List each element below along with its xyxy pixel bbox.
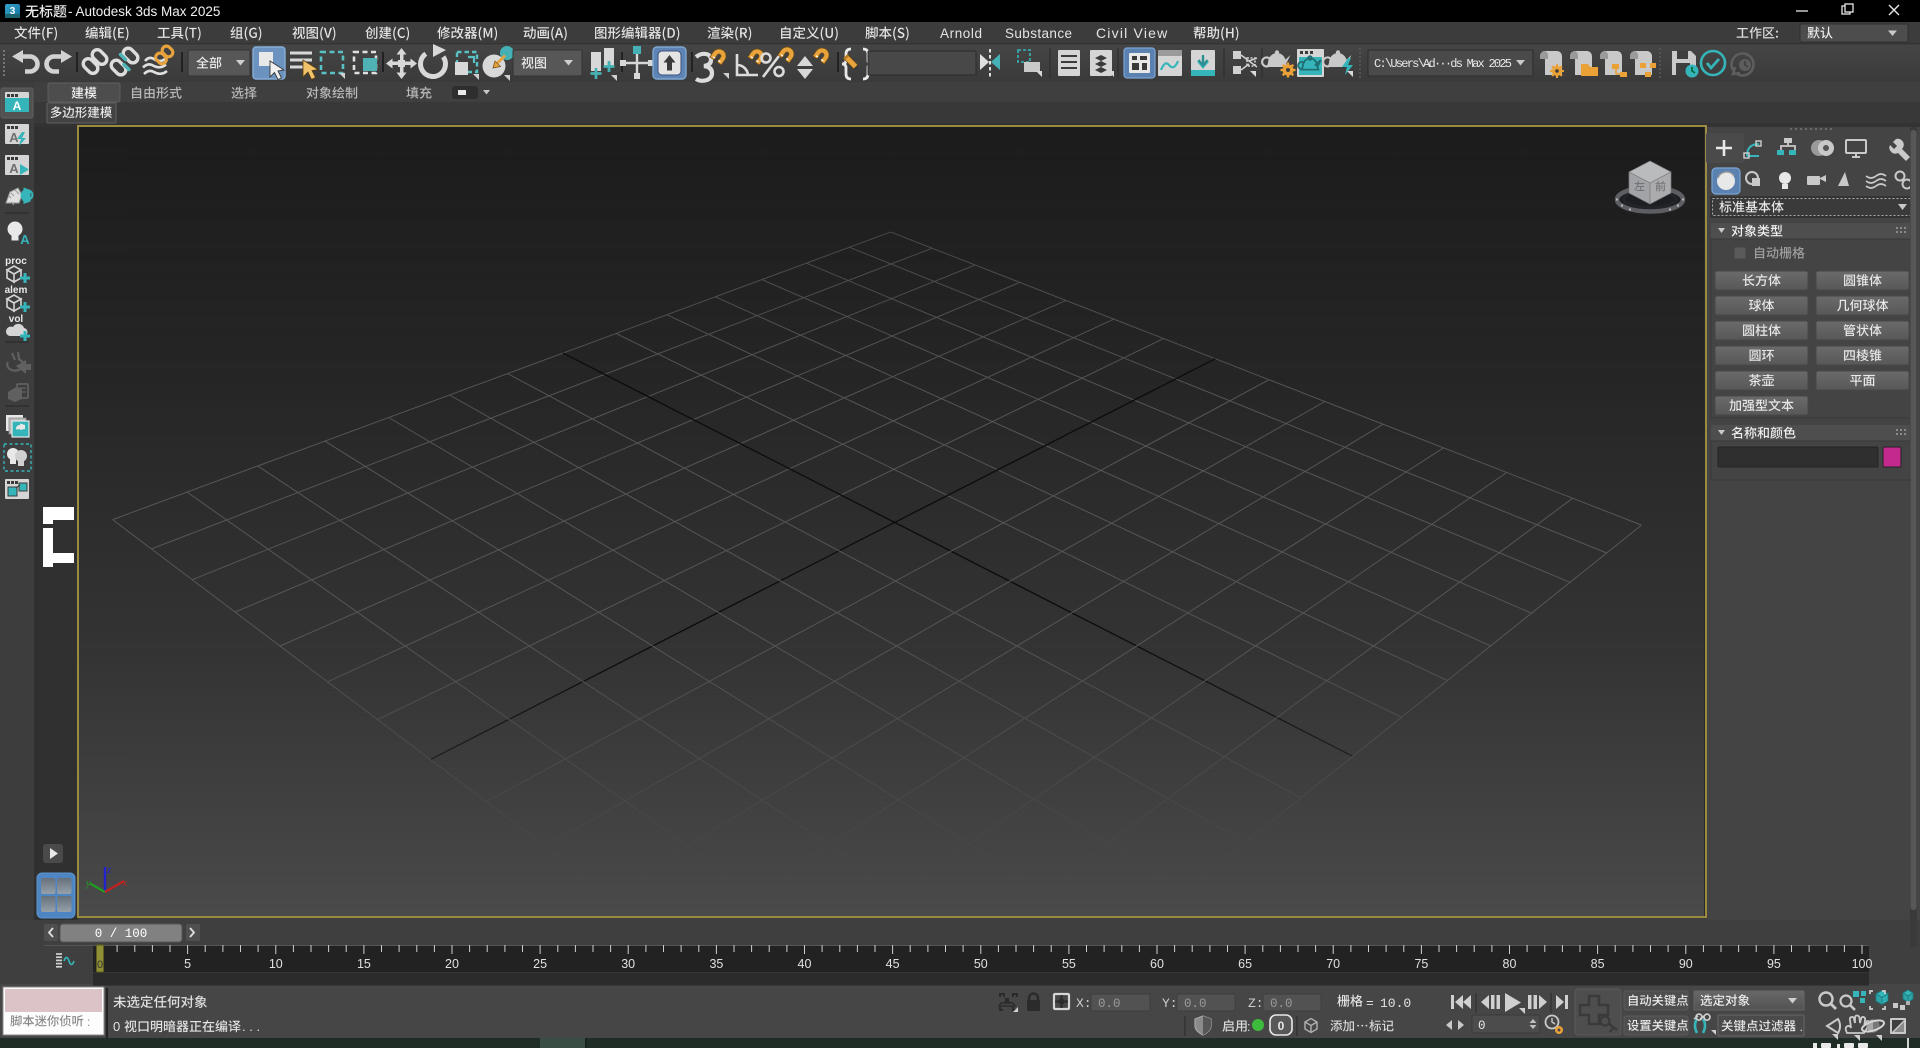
svg-text:z: z bbox=[106, 865, 111, 876]
svg-text:alem: alem bbox=[5, 285, 28, 296]
svg-text:0 / 100: 0 / 100 bbox=[95, 927, 148, 941]
svg-text:0: 0 bbox=[1278, 1019, 1285, 1033]
svg-text:Substance: Substance bbox=[1005, 26, 1072, 41]
svg-text:50: 50 bbox=[974, 957, 988, 971]
svg-text:- Autodesk 3ds Max 2025: - Autodesk 3ds Max 2025 bbox=[68, 4, 220, 19]
svg-text:5: 5 bbox=[184, 957, 191, 971]
svg-text:. .: . . bbox=[1793, 1020, 1803, 1034]
svg-text:10.0: 10.0 bbox=[1380, 996, 1411, 1011]
svg-text:15: 15 bbox=[357, 957, 371, 971]
svg-text:C:\Users\Ad···ds Max 2025: C:\Users\Ad···ds Max 2025 bbox=[1374, 57, 1512, 71]
svg-text:0: 0 bbox=[97, 959, 103, 971]
svg-text::: : bbox=[1247, 1020, 1250, 1034]
svg-text::: : bbox=[87, 1017, 90, 1029]
svg-text:85: 85 bbox=[1591, 957, 1605, 971]
svg-text:55: 55 bbox=[1062, 957, 1076, 971]
svg-text:A: A bbox=[20, 232, 30, 247]
svg-text:0: 0 bbox=[1478, 1019, 1486, 1033]
svg-text:25: 25 bbox=[533, 957, 547, 971]
svg-text:10: 10 bbox=[269, 957, 283, 971]
svg-text:90: 90 bbox=[1679, 957, 1693, 971]
svg-text:proc: proc bbox=[5, 256, 27, 267]
svg-text:20: 20 bbox=[445, 957, 459, 971]
svg-text:65: 65 bbox=[1238, 957, 1252, 971]
svg-text:0.0: 0.0 bbox=[1098, 997, 1121, 1011]
svg-text:y: y bbox=[85, 878, 91, 889]
svg-text:A: A bbox=[9, 161, 19, 176]
svg-text:95: 95 bbox=[1767, 957, 1781, 971]
svg-text:A: A bbox=[13, 99, 22, 113]
svg-text:80: 80 bbox=[1503, 957, 1517, 971]
svg-text:0: 0 bbox=[113, 1019, 120, 1034]
svg-text:60: 60 bbox=[1150, 957, 1164, 971]
svg-text:Civil View: Civil View bbox=[1096, 25, 1168, 41]
svg-text:75: 75 bbox=[1414, 957, 1428, 971]
svg-text:35: 35 bbox=[709, 957, 723, 971]
svg-text:Z:: Z: bbox=[1248, 996, 1264, 1011]
svg-text:. . .: . . . bbox=[242, 1019, 260, 1034]
svg-text:45: 45 bbox=[886, 957, 900, 971]
svg-text:0.0: 0.0 bbox=[1184, 997, 1207, 1011]
svg-text:0.0: 0.0 bbox=[1270, 997, 1293, 1011]
svg-text:100: 100 bbox=[1852, 957, 1873, 971]
svg-text:=: = bbox=[1366, 996, 1374, 1011]
svg-text:X:: X: bbox=[1076, 996, 1092, 1011]
svg-text:x: x bbox=[122, 878, 128, 889]
svg-text:vol: vol bbox=[9, 314, 24, 325]
svg-text:70: 70 bbox=[1326, 957, 1340, 971]
svg-text:A: A bbox=[9, 130, 19, 145]
svg-text:30: 30 bbox=[621, 957, 635, 971]
svg-text:Arnold: Arnold bbox=[940, 26, 983, 41]
svg-text:Y:: Y: bbox=[1162, 996, 1178, 1011]
svg-text:40: 40 bbox=[798, 957, 812, 971]
